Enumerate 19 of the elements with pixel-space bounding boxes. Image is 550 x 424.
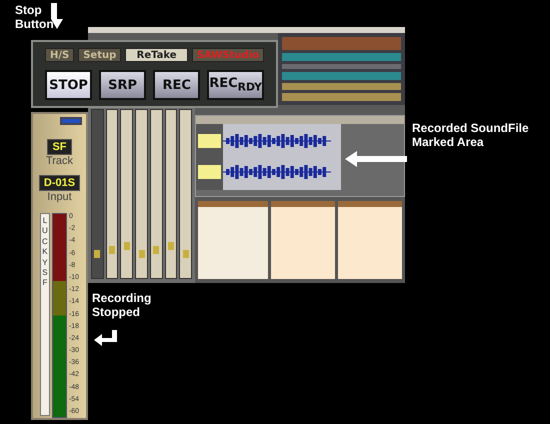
- panel-toggle[interactable]: [60, 117, 82, 125]
- return-arrow-icon: [94, 330, 118, 346]
- panel-tab[interactable]: H/S: [45, 48, 74, 62]
- name-strip: LUCKY SF: [40, 213, 50, 416]
- fader-knob[interactable]: [94, 250, 100, 258]
- callout-text: Recorded SoundFile Marked Area: [412, 121, 530, 149]
- transport-button[interactable]: REC: [153, 70, 200, 100]
- callout-text: Stop Button: [15, 3, 55, 31]
- source-display: SF: [47, 139, 72, 155]
- transport-button[interactable]: SRP: [99, 70, 146, 100]
- panel-tab[interactable]: Setup: [78, 48, 122, 62]
- left-arrow-icon: [345, 151, 407, 167]
- input-label: Input: [47, 191, 72, 203]
- transport-button[interactable]: REC$_{RDY}$: [207, 70, 264, 100]
- track-display: D-01S: [38, 175, 80, 191]
- panel-tab[interactable]: ReTake: [125, 48, 188, 62]
- callout-text: Recording Stopped: [92, 291, 152, 319]
- transport-button[interactable]: STOP: [45, 70, 92, 100]
- track-label: Track: [46, 155, 74, 167]
